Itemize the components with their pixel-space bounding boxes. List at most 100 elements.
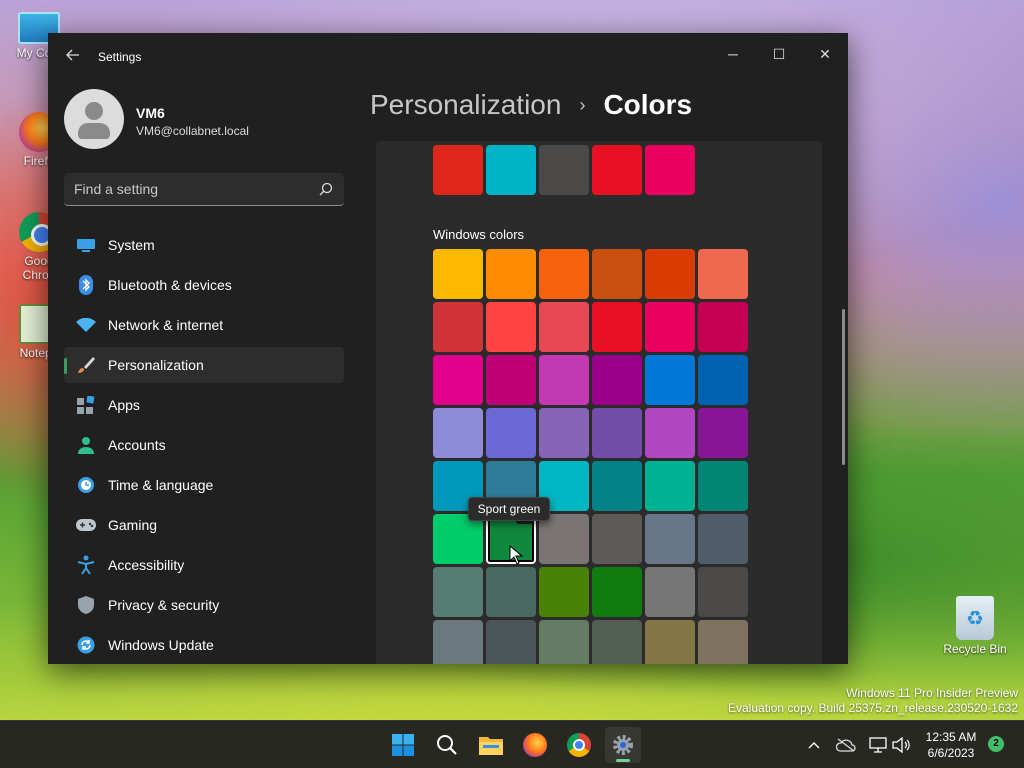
windows-color-swatch[interactable] — [433, 408, 483, 458]
windows-color-swatch[interactable] — [539, 302, 589, 352]
nav-label: Privacy & security — [108, 597, 220, 613]
network-icon — [869, 737, 887, 753]
windows-color-swatch[interactable] — [592, 461, 642, 511]
windows-color-swatch[interactable] — [486, 302, 536, 352]
windows-color-swatch[interactable] — [539, 249, 589, 299]
start-button[interactable] — [385, 727, 421, 763]
windows-color-swatch[interactable] — [698, 355, 748, 405]
windows-color-swatch[interactable] — [592, 302, 642, 352]
windows-color-swatch[interactable] — [698, 461, 748, 511]
taskbar-file-explorer[interactable] — [473, 727, 509, 763]
nav-item-network[interactable]: Network & internet — [64, 307, 344, 343]
nav-label: Bluetooth & devices — [108, 277, 232, 293]
windows-color-swatch[interactable] — [698, 514, 748, 564]
apps-icon — [76, 395, 96, 415]
windows-color-swatch[interactable] — [645, 514, 695, 564]
taskbar-firefox[interactable] — [517, 727, 553, 763]
windows-color-swatch[interactable] — [486, 620, 536, 664]
back-button[interactable] — [62, 47, 84, 69]
taskbar-settings[interactable] — [605, 727, 641, 763]
windows-color-swatch[interactable] — [645, 620, 695, 664]
settings-icon — [613, 735, 633, 755]
tray-onedrive[interactable] — [834, 721, 858, 768]
search-box[interactable] — [64, 173, 344, 206]
windows-color-swatch[interactable] — [433, 355, 483, 405]
nav-item-time-language[interactable]: Time & language — [64, 467, 344, 503]
windows-color-swatch[interactable] — [433, 567, 483, 617]
windows-color-swatch[interactable] — [698, 620, 748, 664]
windows-color-swatch[interactable] — [592, 355, 642, 405]
nav-item-windows-update[interactable]: Windows Update — [64, 627, 344, 663]
windows-color-swatch[interactable] — [698, 302, 748, 352]
scrollbar[interactable] — [842, 309, 845, 465]
windows-color-swatch[interactable] — [592, 620, 642, 664]
nav-item-accessibility[interactable]: Accessibility — [64, 547, 344, 583]
clock-date: 6/6/2023 — [927, 746, 975, 760]
windows-update-icon — [76, 635, 96, 655]
nav-item-apps[interactable]: Apps — [64, 387, 344, 423]
back-arrow-icon — [66, 49, 79, 61]
volume-icon — [892, 737, 910, 753]
windows-color-swatch[interactable] — [645, 302, 695, 352]
windows-color-swatch[interactable] — [592, 249, 642, 299]
windows-color-swatch[interactable] — [486, 249, 536, 299]
windows-color-swatch[interactable] — [645, 408, 695, 458]
windows-color-swatch[interactable] — [539, 514, 589, 564]
minimize-button[interactable]: ─ — [710, 39, 756, 69]
windows-color-swatch[interactable] — [486, 355, 536, 405]
start-icon — [392, 734, 414, 756]
show-hidden-icons-button[interactable] — [804, 721, 824, 768]
recent-color-swatch[interactable] — [433, 145, 483, 195]
recent-color-swatch[interactable] — [486, 145, 536, 195]
avatar[interactable] — [64, 89, 124, 149]
windows-color-swatch[interactable] — [645, 355, 695, 405]
bluetooth-icon — [76, 275, 96, 295]
recent-color-swatch[interactable] — [592, 145, 642, 195]
windows-color-swatch[interactable] — [698, 249, 748, 299]
breadcrumb-parent[interactable]: Personalization — [370, 89, 561, 121]
windows-color-swatch[interactable] — [539, 355, 589, 405]
nav-item-bluetooth[interactable]: Bluetooth & devices — [64, 267, 344, 303]
taskbar-chrome[interactable] — [561, 727, 597, 763]
taskbar-clock[interactable]: 12:35 AM 6/6/2023 — [916, 729, 986, 761]
windows-color-swatch[interactable] — [486, 408, 536, 458]
maximize-button[interactable]: ☐ — [756, 39, 802, 69]
windows-color-swatch[interactable] — [592, 514, 642, 564]
title-bar[interactable]: Settings ─ ☐ ✕ — [48, 33, 848, 81]
taskbar-search-button[interactable] — [429, 727, 465, 763]
windows-color-swatch[interactable] — [433, 302, 483, 352]
desktop-icon-recycle-bin[interactable]: ♻ Recycle Bin — [940, 596, 1010, 656]
tray-network[interactable] — [866, 721, 890, 768]
recent-color-swatch[interactable] — [539, 145, 589, 195]
page-title: Colors — [603, 89, 693, 120]
windows-color-swatch[interactable] — [645, 461, 695, 511]
windows-color-swatch[interactable] — [433, 620, 483, 664]
windows-color-swatch[interactable] — [645, 567, 695, 617]
windows-color-swatch[interactable] — [539, 408, 589, 458]
nav-item-gaming[interactable]: Gaming — [64, 507, 344, 543]
tray-volume[interactable] — [890, 721, 912, 768]
breadcrumb: Personalization › Colors — [370, 89, 692, 121]
nav-item-system[interactable]: System — [64, 227, 344, 263]
windows-color-swatch[interactable] — [433, 514, 483, 564]
nav-item-accounts[interactable]: Accounts — [64, 427, 344, 463]
windows-color-swatch[interactable] — [539, 567, 589, 617]
windows-color-swatch[interactable] — [698, 567, 748, 617]
recent-color-swatch[interactable] — [645, 145, 695, 195]
file-explorer-icon — [479, 737, 503, 755]
windows-color-swatch[interactable] — [698, 408, 748, 458]
windows-color-swatch[interactable] — [433, 249, 483, 299]
user-name: VM6 — [136, 105, 165, 121]
nav-item-personalization[interactable]: Personalization — [64, 347, 344, 383]
close-button[interactable]: ✕ — [802, 39, 848, 69]
nav-item-privacy[interactable]: Privacy & security — [64, 587, 344, 623]
windows-color-swatch[interactable] — [592, 567, 642, 617]
search-input[interactable] — [64, 173, 314, 205]
windows-color-swatch[interactable] — [592, 408, 642, 458]
nav-label: Time & language — [108, 477, 214, 493]
windows-color-swatch[interactable] — [539, 620, 589, 664]
windows-color-swatch[interactable] — [486, 567, 536, 617]
windows-color-swatch[interactable] — [645, 249, 695, 299]
notification-badge[interactable]: 2 — [988, 736, 1004, 752]
window-title: Settings — [98, 50, 142, 64]
